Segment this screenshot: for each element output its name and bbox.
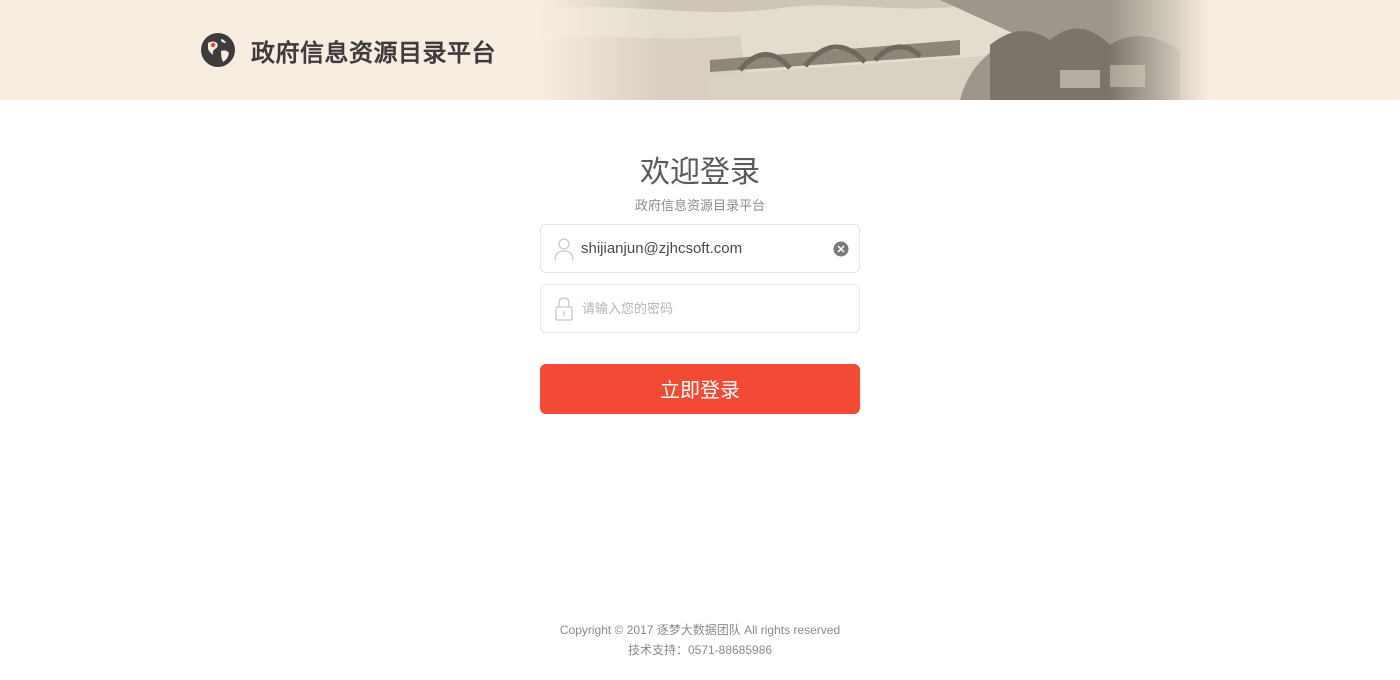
brand: 政府信息资源目录平台 bbox=[199, 31, 496, 69]
password-field[interactable]: 请输入您的密码 bbox=[540, 284, 860, 333]
login-panel: 欢迎登录 政府信息资源目录平台 shijianjun@zjhcsoft.com … bbox=[540, 150, 860, 414]
header-banner: 政府信息资源目录平台 bbox=[0, 0, 1400, 100]
login-button[interactable]: 立即登录 bbox=[540, 364, 860, 414]
lock-icon bbox=[555, 297, 573, 321]
copyright-text: Copyright © 2017 逐梦大数据团队 All rights rese… bbox=[559, 623, 841, 637]
bridge-landscape-image bbox=[540, 0, 1210, 100]
user-icon bbox=[554, 238, 574, 261]
username-field[interactable]: shijianjun@zjhcsoft.com bbox=[540, 224, 860, 273]
footer: Copyright © 2017 逐梦大数据团队 All rights rese… bbox=[0, 620, 1400, 660]
welcome-heading: 欢迎登录 bbox=[640, 155, 760, 190]
clear-icon[interactable] bbox=[833, 241, 849, 257]
login-subtitle: 政府信息资源目录平台 bbox=[634, 198, 765, 213]
username-value[interactable]: shijianjun@zjhcsoft.com bbox=[581, 225, 742, 272]
tech-support-text: 技术支持：0571-88685986 bbox=[627, 643, 773, 657]
password-placeholder[interactable]: 请输入您的密码 bbox=[582, 285, 673, 332]
platform-title: 政府信息资源目录平台 bbox=[251, 38, 496, 67]
globe-icon bbox=[201, 33, 235, 67]
